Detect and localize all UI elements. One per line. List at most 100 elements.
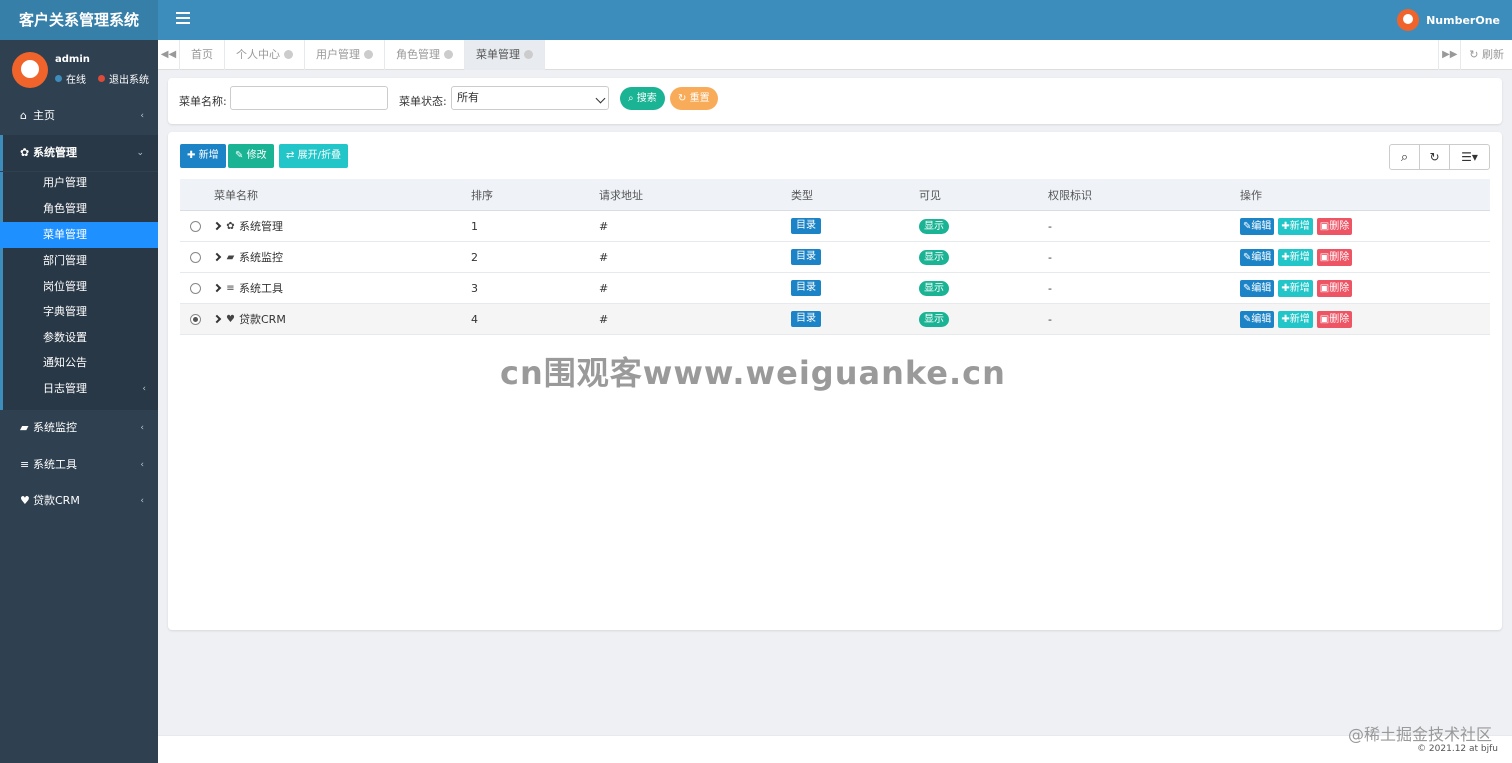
perm-cell: - [1048, 312, 1052, 326]
menu-name: 系统工具 [239, 282, 283, 295]
row-add-button[interactable]: ✚新增 [1278, 217, 1313, 235]
expand-chevron-icon[interactable] [212, 314, 222, 324]
watermark: cn围观客www.weiguanke.cn [500, 354, 1006, 392]
row-add-button[interactable]: ✚新增 [1278, 279, 1313, 297]
tab-role[interactable]: 角色管理 [385, 40, 465, 70]
sidebar-subitem-dict[interactable]: 字典管理 [0, 299, 158, 325]
refresh-table-button[interactable]: ↻ [1419, 144, 1450, 170]
close-icon[interactable] [524, 50, 533, 59]
table-row[interactable]: ♥ 贷款CRM 4 # 目录 显示 - ✎编辑 ✚新增 ▣删除 [180, 304, 1490, 335]
close-icon[interactable] [444, 50, 453, 59]
expand-chevron-icon[interactable] [212, 252, 222, 262]
actions-cell: ✎编辑 ✚新增 ▣删除 [1240, 273, 1356, 303]
row-radio[interactable] [190, 251, 201, 263]
menu-name-input[interactable] [230, 86, 388, 110]
sidebar-subitem-log[interactable]: 日志管理 ‹ [0, 376, 158, 402]
search-button[interactable]: ⌕ 搜索 [620, 87, 665, 110]
sidebar-item-label: 系统监控 [33, 421, 77, 434]
sidebar-item-crm[interactable]: ♥ 贷款CRM ‹ [0, 483, 158, 519]
close-icon[interactable] [364, 50, 373, 59]
sidebar-subitem-dept[interactable]: 部门管理 [0, 248, 158, 274]
row-edit-button[interactable]: ✎编辑 [1240, 248, 1275, 266]
type-badge: 目录 [791, 280, 821, 296]
app-title: 客户关系管理系统 [0, 0, 158, 40]
expand-chevron-icon[interactable] [212, 283, 222, 293]
row-add-button[interactable]: ✚新增 [1278, 310, 1313, 328]
sidebar-item-home[interactable]: ⌂ 主页 ‹ [0, 98, 158, 134]
refresh-label: 刷新 [1482, 48, 1504, 61]
sidebar-subitem-menu[interactable]: 菜单管理 [0, 222, 158, 248]
search-icon: ⌕ [1400, 149, 1409, 165]
sidebar-item-monitor[interactable]: ▰ 系统监控 ‹ [0, 410, 158, 446]
sidebar-item-system[interactable]: ✿ 系统管理 ⌄ [0, 135, 158, 171]
logout-icon[interactable] [98, 75, 105, 82]
tab-profile[interactable]: 个人中心 [225, 40, 305, 70]
add-button[interactable]: ✚ 新增 [180, 144, 226, 168]
tab-label: 个人中心 [236, 48, 280, 61]
reset-button[interactable]: ↻ 重置 [670, 87, 718, 110]
tab-user[interactable]: 用户管理 [305, 40, 385, 70]
menu-status-select[interactable]: 所有 [451, 86, 609, 110]
chevron-left-icon: ‹ [140, 460, 144, 470]
top-header: 客户关系管理系统 NumberOne [0, 0, 1512, 40]
row-edit-button[interactable]: ✎编辑 [1240, 279, 1275, 297]
sidebar-subitem-config[interactable]: 参数设置 [0, 325, 158, 351]
footer: © 2021.12 at bjfu [158, 735, 1512, 763]
close-icon[interactable] [284, 50, 293, 59]
tab-scroll-right-icon[interactable]: ▶▶ [1438, 40, 1460, 70]
chevron-left-icon: ‹ [142, 384, 146, 394]
visible-cell: 显示 [919, 304, 949, 334]
tab-label: 菜单管理 [476, 48, 520, 61]
toggle-search-button[interactable]: ⌕ [1389, 144, 1420, 170]
menu-name: 系统监控 [239, 251, 283, 264]
refresh-button[interactable]: ↻ 刷新 [1460, 40, 1512, 70]
row-edit-button[interactable]: ✎编辑 [1240, 310, 1275, 328]
row-edit-button[interactable]: ✎编辑 [1240, 217, 1275, 235]
visible-badge: 显示 [919, 311, 949, 327]
edit-icon: ✎ [235, 150, 244, 161]
table-row[interactable]: ▰ 系统监控 2 # 目录 显示 - ✎编辑 ✚新增 ▣删除 [180, 242, 1490, 273]
menu-toggle-icon[interactable] [176, 12, 190, 26]
button-label: 编辑 [1251, 220, 1272, 232]
edit-button[interactable]: ✎ 修改 [228, 144, 274, 168]
sidebar-subitem-user[interactable]: 用户管理 [0, 170, 158, 196]
row-radio[interactable] [190, 282, 201, 294]
columns-dropdown-button[interactable]: ☰▾ [1449, 144, 1490, 170]
plus-icon: ✚ [187, 150, 196, 161]
row-delete-button[interactable]: ▣删除 [1316, 217, 1353, 235]
logout-link[interactable]: 退出系统 [109, 71, 149, 86]
table-row[interactable]: ≡ 系统工具 3 # 目录 显示 - ✎编辑 ✚新增 ▣删除 [180, 273, 1490, 304]
sidebar-subitem-role[interactable]: 角色管理 [0, 196, 158, 222]
tab-scroll-left-icon[interactable]: ◀◀ [158, 40, 180, 70]
order-cell: 4 [471, 312, 478, 326]
sidebar-item-tools[interactable]: ≡ 系统工具 ‹ [0, 447, 158, 483]
perm-cell: - [1048, 219, 1052, 233]
header-perms: 权限标识 [1048, 188, 1092, 202]
table-row[interactable]: ✿ 系统管理 1 # 目录 显示 - ✎编辑 ✚新增 ▣删除 [180, 211, 1490, 242]
sidebar-item-label: 日志管理 [43, 382, 87, 395]
sidebar-subitem-post[interactable]: 岗位管理 [0, 274, 158, 300]
row-delete-button[interactable]: ▣删除 [1316, 279, 1353, 297]
expand-collapse-button[interactable]: ⇄ 展开/折叠 [279, 144, 348, 168]
chevron-left-icon: ‹ [140, 111, 144, 121]
name-cell: ✿ 系统管理 [212, 211, 283, 241]
row-select-cell [190, 242, 201, 272]
tab-label: 用户管理 [316, 48, 360, 61]
row-radio[interactable] [190, 313, 201, 325]
sidebar-item-label: 系统管理 [33, 146, 77, 159]
tab-menu[interactable]: 菜单管理 [465, 40, 545, 70]
sidebar-subitem-notice[interactable]: 通知公告 [0, 350, 158, 376]
row-delete-button[interactable]: ▣删除 [1316, 310, 1353, 328]
button-label: 搜索 [636, 93, 657, 104]
button-label: 编辑 [1251, 251, 1272, 263]
heart-icon: ♥ [20, 494, 30, 507]
expand-chevron-icon[interactable] [212, 221, 222, 231]
type-badge: 目录 [791, 218, 821, 234]
avatar [12, 52, 48, 88]
row-radio[interactable] [190, 220, 201, 232]
row-delete-button[interactable]: ▣删除 [1316, 248, 1353, 266]
chevron-down-icon: ⌄ [136, 148, 144, 158]
top-user-menu[interactable]: NumberOne [1397, 9, 1500, 31]
tab-home[interactable]: 首页 [180, 40, 225, 70]
row-add-button[interactable]: ✚新增 [1278, 248, 1313, 266]
